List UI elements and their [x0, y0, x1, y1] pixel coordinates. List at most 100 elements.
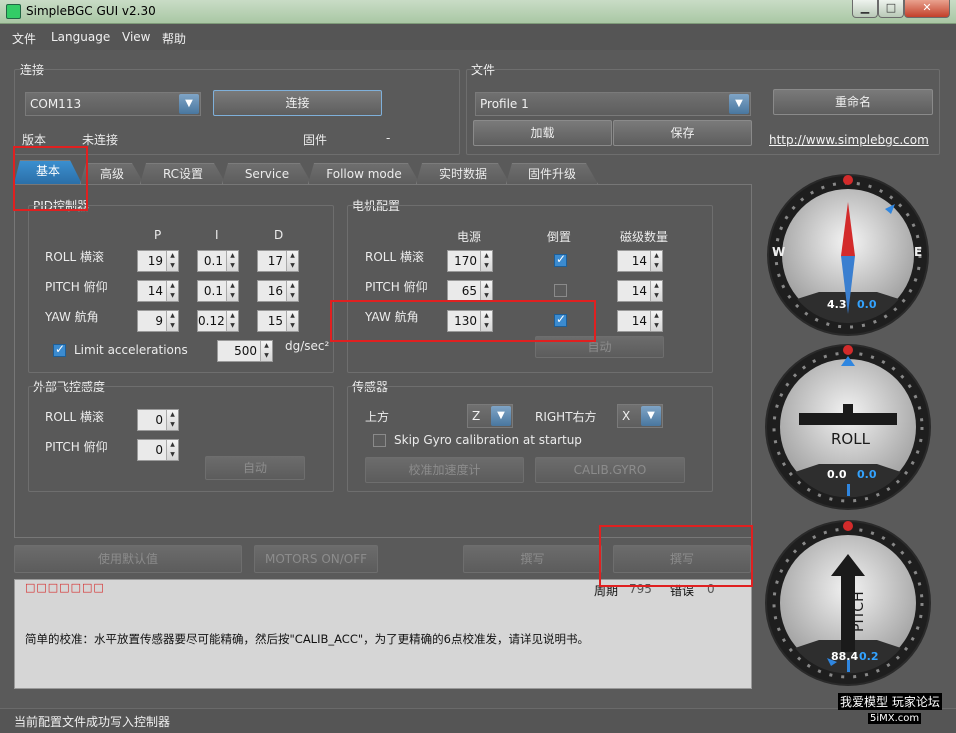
- sensor-right-value: X: [622, 409, 631, 423]
- website-link[interactable]: http://www.simplebgc.com: [769, 133, 929, 147]
- pid-row-label: ROLL 横滚: [45, 250, 104, 264]
- updown-icon[interactable]: ▲ ▼: [650, 281, 662, 301]
- highlight-box-yaw-motor: [330, 300, 596, 342]
- updown-icon[interactable]: ▲ ▼: [166, 410, 178, 430]
- spin-value: 9: [155, 314, 163, 328]
- save-button[interactable]: 保存: [613, 120, 752, 146]
- tab-service[interactable]: Service: [222, 163, 312, 184]
- external-auto-button[interactable]: 自动: [205, 456, 305, 480]
- log-message: 简单的校准：水平放置传感器要尽可能精确，然后按"CALIB_ACC"，为了更精确…: [25, 632, 589, 646]
- pid-yaw-i[interactable]: 0.12 ▲ ▼: [197, 310, 239, 332]
- minimize-button[interactable]: ▁: [852, 0, 878, 18]
- sensor-top-select[interactable]: Z ▼: [467, 404, 513, 428]
- updown-icon[interactable]: ▲ ▼: [226, 281, 238, 301]
- tab-advanced[interactable]: 高级: [80, 163, 144, 184]
- pid-roll-d[interactable]: 17 ▲ ▼: [257, 250, 299, 272]
- updown-icon[interactable]: ▲ ▼: [650, 311, 662, 331]
- updown-icon[interactable]: ▲ ▼: [166, 281, 178, 301]
- spin-value: 15: [267, 314, 283, 328]
- motor-row-label: PITCH 俯仰: [365, 280, 428, 294]
- spin-value: 14: [147, 284, 163, 298]
- updown-icon[interactable]: ▲ ▼: [166, 311, 178, 331]
- load-button[interactable]: 加载: [473, 120, 612, 146]
- chevron-down-icon: ▼: [641, 406, 661, 426]
- motor-pitch-invert-checkbox[interactable]: [554, 284, 567, 297]
- app-icon: [6, 4, 21, 19]
- pid-roll-p[interactable]: 19 ▲ ▼: [137, 250, 179, 272]
- connect-button[interactable]: 连接: [213, 90, 382, 116]
- calib-acc-button[interactable]: 校准加速度计: [365, 457, 524, 483]
- menu-view[interactable]: View: [122, 30, 150, 44]
- menu-help[interactable]: 帮助: [162, 30, 186, 47]
- motor-pitch-poles[interactable]: 14 ▲ ▼: [617, 280, 663, 302]
- read-button[interactable]: 撰写: [463, 545, 602, 573]
- motors-on-off-button[interactable]: MOTORS ON/OFF: [254, 545, 378, 573]
- updown-icon[interactable]: ▲ ▼: [650, 251, 662, 271]
- profile-select[interactable]: Profile 1 ▼: [475, 92, 751, 116]
- updown-icon[interactable]: ▲ ▼: [286, 281, 298, 301]
- external-roll-value[interactable]: 0 ▲ ▼: [137, 409, 179, 431]
- log-panel: □□□□□□□ 周期 795 错误 0 简单的校准：水平放置传感器要尽可能精确，…: [14, 579, 752, 689]
- sensor-top-value: Z: [472, 409, 481, 423]
- motor-roll-invert-checkbox[interactable]: [554, 252, 567, 267]
- updown-icon[interactable]: ▲ ▼: [480, 251, 492, 271]
- updown-icon[interactable]: ▲ ▼: [286, 251, 298, 271]
- limit-accelerations-checkbox[interactable]: [53, 342, 66, 357]
- pid-pitch-p[interactable]: 14 ▲ ▼: [137, 280, 179, 302]
- motor-col-poles: 磁级数量: [620, 230, 669, 244]
- motor-col-power: 电源: [457, 230, 482, 244]
- pid-pitch-d[interactable]: 16 ▲ ▼: [257, 280, 299, 302]
- motor-pitch-power[interactable]: 65 ▲ ▼: [447, 280, 493, 302]
- tab-rc-settings[interactable]: RC设置: [140, 163, 226, 184]
- watermark-text: 我爱模型 玩家论坛: [838, 693, 942, 710]
- chevron-down-icon: ▼: [729, 94, 749, 114]
- calib-gyro-button[interactable]: CALIB.GYRO: [535, 457, 685, 483]
- updown-icon[interactable]: ▲ ▼: [166, 251, 178, 271]
- tab-realtime-data[interactable]: 实时数据: [416, 163, 510, 184]
- updown-icon[interactable]: ▲ ▼: [286, 311, 298, 331]
- maximize-button[interactable]: □: [878, 0, 904, 18]
- limit-unit: dg/sec²: [285, 339, 330, 353]
- spin-value: 0.1: [203, 254, 223, 268]
- spin-value: 14: [631, 284, 647, 298]
- roll-indicator-icon: [767, 345, 929, 508]
- close-button[interactable]: ✕: [904, 0, 950, 18]
- tab-firmware-upgrade[interactable]: 固件升级: [506, 163, 598, 184]
- menu-file[interactable]: 文件: [12, 30, 36, 47]
- updown-icon[interactable]: ▲ ▼: [226, 311, 238, 331]
- menu-bar: 文件 Language View 帮助: [0, 24, 956, 50]
- pid-row-label: PITCH 俯仰: [45, 280, 108, 294]
- east-label: E: [914, 245, 923, 259]
- limit-accelerations-value[interactable]: 500 ▲ ▼: [217, 340, 273, 362]
- spin-value: 16: [267, 284, 283, 298]
- limit-accelerations-label: Limit accelerations: [74, 343, 188, 357]
- use-defaults-button[interactable]: 使用默认值: [14, 545, 242, 573]
- motor-yaw-poles[interactable]: 14 ▲ ▼: [617, 310, 663, 332]
- updown-icon[interactable]: ▲ ▼: [166, 440, 178, 460]
- motor-roll-power[interactable]: 170 ▲ ▼: [447, 250, 493, 272]
- spin-value: 14: [631, 314, 647, 328]
- menu-language[interactable]: Language: [51, 30, 110, 44]
- spin-value: 500: [234, 344, 257, 358]
- pid-roll-i[interactable]: 0.1 ▲ ▼: [197, 250, 239, 272]
- roll-angle-value: 0.0: [827, 468, 847, 481]
- tab-follow-mode[interactable]: Follow mode: [308, 163, 420, 184]
- status-text: 当前配置文件成功写入控制器: [14, 715, 171, 729]
- pid-pitch-i[interactable]: 0.1 ▲ ▼: [197, 280, 239, 302]
- updown-icon[interactable]: ▲ ▼: [226, 251, 238, 271]
- motor-roll-poles[interactable]: 14 ▲ ▼: [617, 250, 663, 272]
- spin-value: 14: [631, 254, 647, 268]
- port-select[interactable]: COM113 ▼: [25, 92, 201, 116]
- spin-value: 19: [147, 254, 163, 268]
- updown-icon[interactable]: ▲ ▼: [480, 281, 492, 301]
- updown-icon[interactable]: ▲ ▼: [260, 341, 272, 361]
- external-pitch-value[interactable]: 0 ▲ ▼: [137, 439, 179, 461]
- pid-col-d: D: [274, 228, 284, 242]
- pid-yaw-d[interactable]: 15 ▲ ▼: [257, 310, 299, 332]
- rename-button[interactable]: 重命名: [773, 89, 933, 115]
- pid-yaw-p[interactable]: 9 ▲ ▼: [137, 310, 179, 332]
- skip-gyro-checkbox[interactable]: [373, 434, 386, 447]
- spin-value: 17: [267, 254, 283, 268]
- sensor-right-select[interactable]: X ▼: [617, 404, 663, 428]
- highlight-box-write: [599, 525, 753, 587]
